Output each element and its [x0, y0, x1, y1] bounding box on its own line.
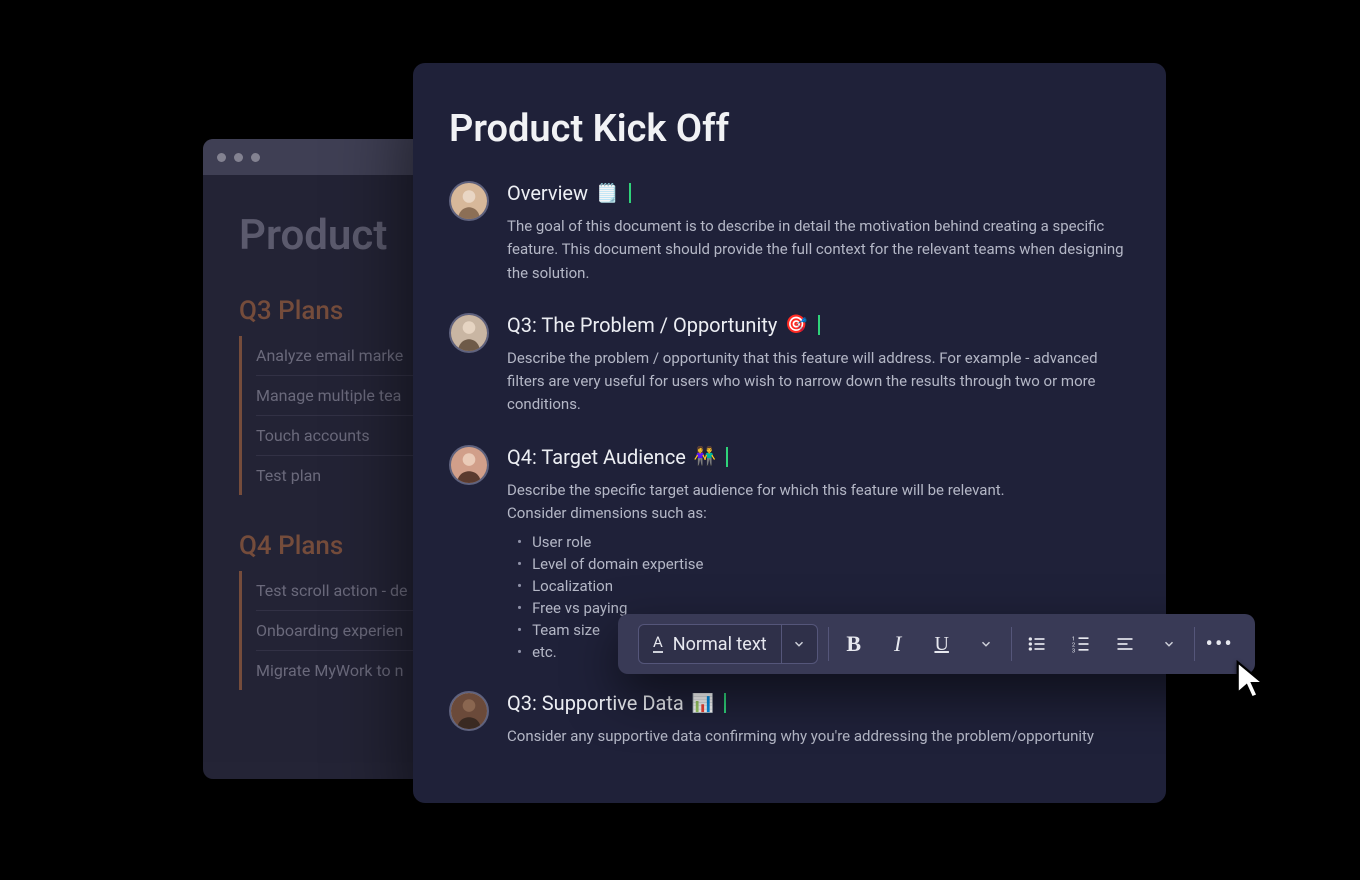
people-icon: 👫: [694, 446, 716, 467]
bullet-item[interactable]: User role: [517, 531, 1130, 553]
author-avatar: [449, 313, 489, 353]
author-avatar: [449, 691, 489, 731]
section-body-text[interactable]: Consider any supportive data confirming …: [507, 725, 1130, 748]
text-style-label: Normal text: [673, 634, 767, 655]
section-heading-text: Q3: The Problem / Opportunity: [507, 313, 777, 337]
section-heading[interactable]: Overview 🗒️: [507, 181, 1130, 205]
section-heading-text: Q3: Supportive Data: [507, 691, 684, 715]
text-style-caret[interactable]: [781, 625, 817, 663]
window-dot: [234, 153, 243, 162]
text-style-select[interactable]: A Normal text: [638, 624, 818, 664]
italic-button[interactable]: I: [883, 629, 913, 659]
section-heading[interactable]: Q3: The Problem / Opportunity 🎯: [507, 313, 1130, 337]
text-cursor-icon: [818, 315, 820, 335]
svg-text:3: 3: [1072, 648, 1075, 654]
bold-button[interactable]: B: [839, 629, 869, 659]
text-cursor-icon: [724, 693, 726, 713]
section-body-text[interactable]: Describe the problem / opportunity that …: [507, 347, 1130, 417]
align-button[interactable]: [1110, 629, 1140, 659]
section-heading-text: Overview: [507, 181, 588, 205]
section-body-text[interactable]: The goal of this document is to describe…: [507, 215, 1130, 285]
doc-section: Overview 🗒️ The goal of this document is…: [449, 181, 1130, 285]
numbered-list-button[interactable]: 123: [1066, 629, 1096, 659]
section-body-text[interactable]: Consider dimensions such as:: [507, 502, 1130, 525]
bullet-item[interactable]: Localization: [517, 575, 1130, 597]
section-heading-text: Q4: Target Audience: [507, 445, 686, 469]
text-cursor-icon: [726, 447, 728, 467]
doc-section: Q3: Supportive Data 📊 Consider any suppo…: [449, 691, 1130, 748]
author-avatar: [449, 445, 489, 485]
author-avatar: [449, 181, 489, 221]
section-heading[interactable]: Q4: Target Audience 👫: [507, 445, 1130, 469]
mouse-cursor-icon: [1234, 660, 1270, 704]
section-heading[interactable]: Q3: Supportive Data 📊: [507, 691, 1130, 715]
text-format-toolbar: A Normal text B I U 123 •••: [618, 614, 1255, 674]
bullet-list-button[interactable]: [1022, 629, 1052, 659]
doc-title[interactable]: Product Kick Off: [449, 107, 1130, 151]
target-icon: 🎯: [785, 314, 807, 335]
more-list-options-button[interactable]: [1154, 629, 1184, 659]
notepad-icon: 🗒️: [596, 183, 618, 204]
underline-button[interactable]: U: [927, 629, 957, 659]
text-cursor-icon: [629, 183, 631, 203]
window-dot: [217, 153, 226, 162]
text-style-icon: A: [653, 635, 663, 653]
section-body-text[interactable]: Describe the specific target audience fo…: [507, 479, 1130, 502]
document-window: Product Kick Off Overview 🗒️ The goal of…: [413, 63, 1166, 803]
bar-chart-icon: 📊: [692, 693, 714, 714]
bullet-item[interactable]: Level of domain expertise: [517, 553, 1130, 575]
doc-section: Q3: The Problem / Opportunity 🎯 Describe…: [449, 313, 1130, 417]
more-options-button[interactable]: •••: [1205, 629, 1235, 659]
window-dot: [251, 153, 260, 162]
more-text-styles-button[interactable]: [971, 629, 1001, 659]
